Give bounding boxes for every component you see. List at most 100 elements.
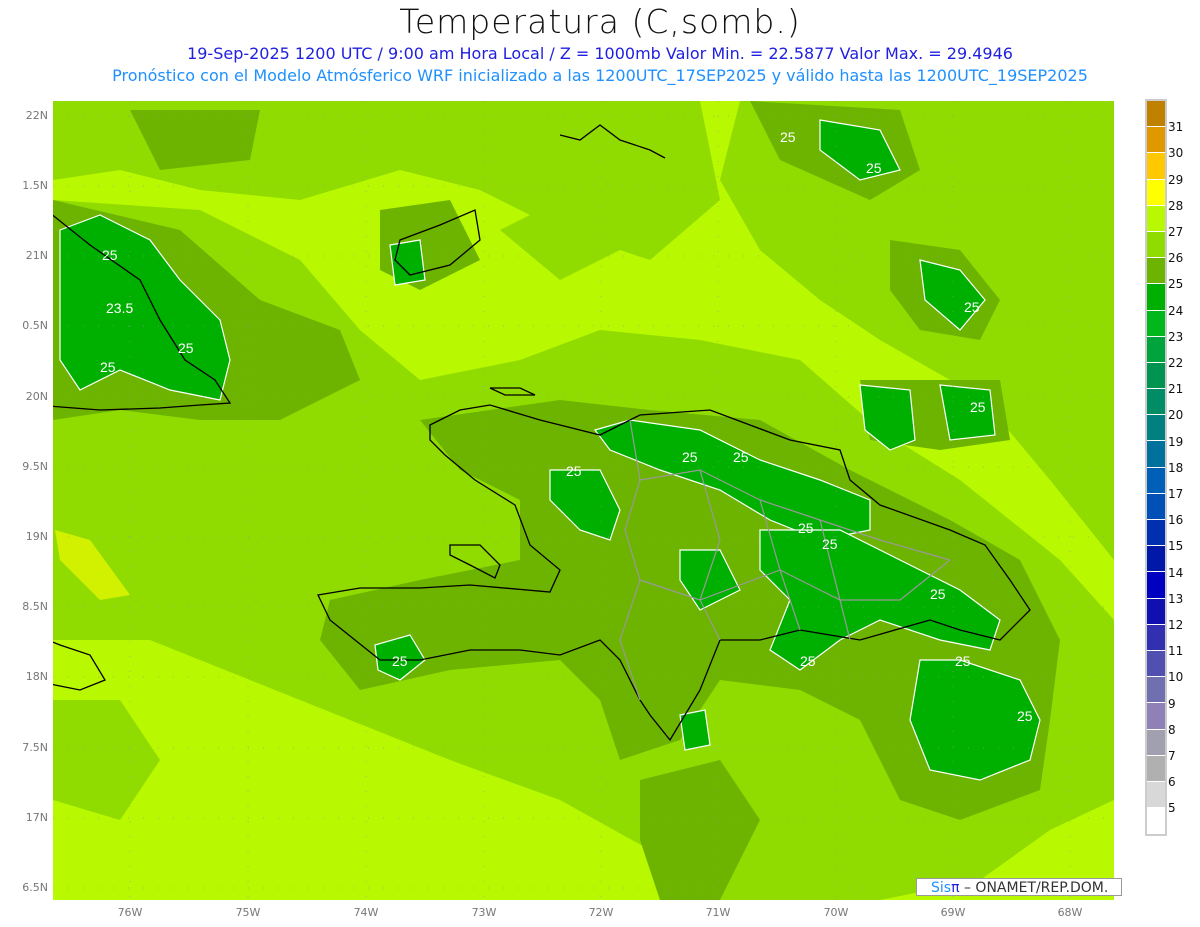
colorbar-swatch xyxy=(1147,205,1165,232)
colorbar-swatch xyxy=(1147,179,1165,206)
lon-label: 68W xyxy=(1057,906,1083,919)
colorbar-label: 14 xyxy=(1168,565,1184,580)
map-subtitle-model-info: Pronóstico con el Modelo Atmósferico WRF… xyxy=(112,66,1088,85)
colorbar-swatch xyxy=(1147,415,1165,442)
colorbar-label: 30 xyxy=(1168,146,1184,161)
lat-label: 17N xyxy=(25,811,48,824)
lat-label: 1.5N xyxy=(22,179,48,192)
colorbar-label: 31 xyxy=(1168,120,1184,135)
colorbar-label: 12 xyxy=(1168,618,1184,632)
svg-text:25: 25 xyxy=(930,586,946,602)
svg-text:25: 25 xyxy=(866,160,882,176)
colorbar-swatch xyxy=(1147,755,1165,782)
colorbar-label: 22 xyxy=(1168,356,1184,370)
logo-pi: π xyxy=(951,880,960,896)
lat-label: 7.5N xyxy=(22,741,48,754)
logo-text: – ONAMET/REP.DOM. xyxy=(963,880,1109,896)
svg-text:25: 25 xyxy=(1017,708,1033,724)
colorbar-swatch xyxy=(1147,441,1165,468)
colorbar-swatch xyxy=(1147,729,1165,756)
colorbar xyxy=(1145,99,1167,837)
colorbar-swatch xyxy=(1147,520,1165,547)
svg-text:25: 25 xyxy=(102,247,118,263)
svg-text:25: 25 xyxy=(100,359,116,375)
lat-label: 0.5N xyxy=(22,319,48,332)
colorbar-label: 28 xyxy=(1168,198,1184,213)
logo-sis: Sis xyxy=(931,880,952,896)
colorbar-swatch xyxy=(1147,677,1165,704)
colorbar-label: 16 xyxy=(1168,513,1184,528)
colorbar-swatch xyxy=(1147,703,1165,730)
svg-text:25: 25 xyxy=(970,399,986,415)
onamet-logo: Sisπ – ONAMET/REP.DOM. xyxy=(916,878,1122,896)
lat-label: 21N xyxy=(25,249,48,262)
lon-label: 70W xyxy=(823,906,849,919)
colorbar-label: 17 xyxy=(1168,487,1184,501)
colorbar-swatch xyxy=(1147,389,1165,416)
lon-label: 74W xyxy=(353,906,379,919)
lon-label: 75W xyxy=(235,906,261,919)
colorbar-label: 5 xyxy=(1168,801,1176,816)
temperature-map: 25 23.5 25 25 25 25 25 25 25 25 25 25 25… xyxy=(53,101,1114,900)
colorbar-swatch xyxy=(1147,153,1165,180)
lon-label: 69W xyxy=(940,906,966,919)
colorbar-swatch xyxy=(1147,781,1165,809)
colorbar-label: 8 xyxy=(1168,722,1176,737)
svg-text:25: 25 xyxy=(822,536,838,552)
colorbar-swatch xyxy=(1147,362,1165,390)
colorbar-label: 27 xyxy=(1168,225,1184,239)
colorbar-swatch xyxy=(1147,572,1165,599)
colorbar-label: 21 xyxy=(1168,382,1184,397)
colorbar-swatch xyxy=(1147,808,1165,835)
colorbar-label: 25 xyxy=(1168,277,1184,292)
map-title: Temperatura (C,somb.) xyxy=(399,2,801,41)
colorbar-swatch xyxy=(1147,258,1165,285)
lat-label: 18N xyxy=(25,670,48,683)
lon-label: 73W xyxy=(471,906,497,919)
colorbar-label: 7 xyxy=(1168,749,1176,763)
colorbar-label: 29 xyxy=(1168,172,1184,187)
colorbar-label: 18 xyxy=(1168,460,1184,475)
colorbar-label: 23 xyxy=(1168,329,1184,344)
lon-label: 71W xyxy=(705,906,731,919)
lat-label: 6.5N xyxy=(22,881,48,894)
colorbar-swatch xyxy=(1147,284,1165,311)
colorbar-label: 19 xyxy=(1168,434,1184,449)
colorbar-swatch xyxy=(1147,127,1165,154)
colorbar-swatch xyxy=(1147,493,1165,520)
svg-text:23.5: 23.5 xyxy=(106,300,133,316)
lat-label: 20N xyxy=(25,390,48,403)
lon-label: 76W xyxy=(117,906,143,919)
svg-text:25: 25 xyxy=(733,449,749,465)
lat-label: 22N xyxy=(25,109,48,122)
svg-text:25: 25 xyxy=(964,299,980,315)
lon-label: 72W xyxy=(588,906,614,919)
colorbar-swatch xyxy=(1147,624,1165,651)
colorbar-label: 26 xyxy=(1168,251,1184,266)
lat-label: 19N xyxy=(25,530,48,543)
colorbar-swatch xyxy=(1147,310,1165,337)
colorbar-label: 13 xyxy=(1168,591,1184,606)
colorbar-swatch xyxy=(1147,650,1165,678)
colorbar-label: 24 xyxy=(1168,303,1184,318)
colorbar-swatch xyxy=(1147,467,1165,494)
svg-text:25: 25 xyxy=(798,520,814,536)
svg-text:25: 25 xyxy=(800,653,816,669)
colorbar-swatch xyxy=(1147,231,1165,259)
svg-text:25: 25 xyxy=(682,449,698,465)
colorbar-label: 15 xyxy=(1168,539,1184,554)
colorbar-swatch xyxy=(1147,336,1165,363)
colorbar-label: 9 xyxy=(1168,696,1176,711)
svg-text:25: 25 xyxy=(178,340,194,356)
colorbar-label: 10 xyxy=(1168,670,1184,685)
lat-label: 8.5N xyxy=(22,600,48,613)
colorbar-swatch xyxy=(1147,598,1165,625)
map-subtitle-valid-time: 19-Sep-2025 1200 UTC / 9:00 am Hora Loca… xyxy=(187,44,1013,63)
lat-label: 9.5N xyxy=(22,460,48,473)
svg-text:25: 25 xyxy=(392,653,408,669)
colorbar-label: 20 xyxy=(1168,408,1184,423)
svg-text:25: 25 xyxy=(566,463,582,479)
colorbar-label: 6 xyxy=(1168,775,1176,790)
colorbar-swatch xyxy=(1147,101,1165,128)
colorbar-label: 11 xyxy=(1168,644,1184,659)
